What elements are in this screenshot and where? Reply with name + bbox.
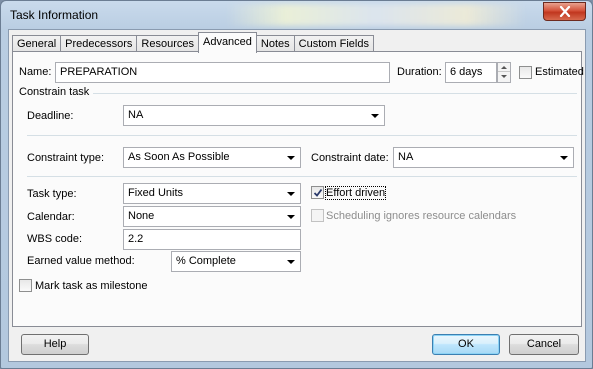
deadline-separator: [27, 135, 577, 136]
scheduling-ignores-label: Scheduling ignores resource calendars: [326, 210, 517, 222]
close-button[interactable]: [543, 2, 586, 21]
help-button[interactable]: Help: [21, 334, 89, 355]
constraint-type-combo[interactable]: As Soon As Possible: [123, 147, 301, 168]
tab-advanced[interactable]: Advanced: [197, 32, 257, 53]
duration-label: Duration:: [397, 66, 442, 78]
dialog-client-area: General Predecessors Resources Advanced …: [8, 29, 586, 362]
milestone-label: Mark task as milestone: [35, 280, 148, 292]
task-type-label: Task type:: [27, 188, 77, 200]
cancel-button[interactable]: Cancel: [509, 334, 579, 355]
checkmark-icon: [313, 188, 323, 197]
title-bar[interactable]: Task Information: [1, 1, 592, 29]
calendar-combo[interactable]: None: [123, 206, 301, 227]
ok-button[interactable]: OK: [432, 334, 500, 355]
earned-value-combo[interactable]: % Complete: [171, 251, 301, 272]
deadline-value: NA: [128, 109, 144, 121]
wbs-code-field[interactable]: 2.2: [123, 229, 301, 250]
task-type-combo[interactable]: Fixed Units: [123, 183, 301, 204]
estimated-label: Estimated: [535, 66, 584, 78]
name-label: Name:: [19, 66, 52, 78]
constrain-task-separator: [93, 93, 577, 94]
task-information-dialog: Task Information General Predecessors Re…: [0, 0, 593, 369]
calendar-value: None: [128, 210, 155, 222]
calendar-label: Calendar:: [27, 211, 75, 223]
scheduling-ignores-checkbox[interactable]: [311, 209, 324, 222]
earned-value-value: % Complete: [176, 255, 236, 267]
constraint-date-combo[interactable]: NA: [393, 147, 574, 168]
dropdown-arrow-icon: [371, 114, 379, 118]
estimated-checkbox[interactable]: [519, 66, 532, 79]
constraint-separator: [27, 176, 577, 177]
constraint-date-value: NA: [398, 151, 414, 163]
name-field[interactable]: PREPARATION: [55, 62, 390, 83]
task-type-value: Fixed Units: [128, 187, 184, 199]
effort-driven-checkbox[interactable]: [311, 186, 324, 199]
advanced-tab-panel: Name: PREPARATION Duration: 6 days Estim…: [12, 51, 584, 327]
dropdown-arrow-icon: [287, 156, 295, 160]
tab-strip: General Predecessors Resources Advanced …: [12, 32, 374, 53]
dropdown-arrow-icon: [287, 192, 295, 196]
dropdown-arrow-icon: [287, 260, 295, 264]
dropdown-arrow-icon: [560, 156, 568, 160]
close-x-icon: [559, 6, 570, 17]
window-title: Task Information: [10, 8, 99, 22]
wbs-code-label: WBS code:: [27, 233, 83, 245]
earned-value-label: Earned value method:: [27, 255, 135, 267]
constraint-date-label: Constraint date:: [311, 152, 389, 164]
spinner-down-icon[interactable]: [498, 72, 510, 81]
duration-field[interactable]: 6 days: [445, 62, 497, 83]
constraint-type-value: As Soon As Possible: [128, 151, 230, 163]
deadline-combo[interactable]: NA: [123, 105, 385, 126]
constrain-task-heading: Constrain task: [19, 86, 90, 98]
title-bar-background-blur: [226, 4, 526, 26]
effort-driven-label: Effort driven: [324, 186, 387, 200]
deadline-label: Deadline:: [27, 110, 74, 122]
dropdown-arrow-icon: [287, 215, 295, 219]
duration-spinner[interactable]: [497, 62, 511, 83]
milestone-checkbox[interactable]: [19, 279, 32, 292]
spinner-up-icon[interactable]: [498, 63, 510, 72]
constraint-type-label: Constraint type:: [27, 152, 105, 164]
